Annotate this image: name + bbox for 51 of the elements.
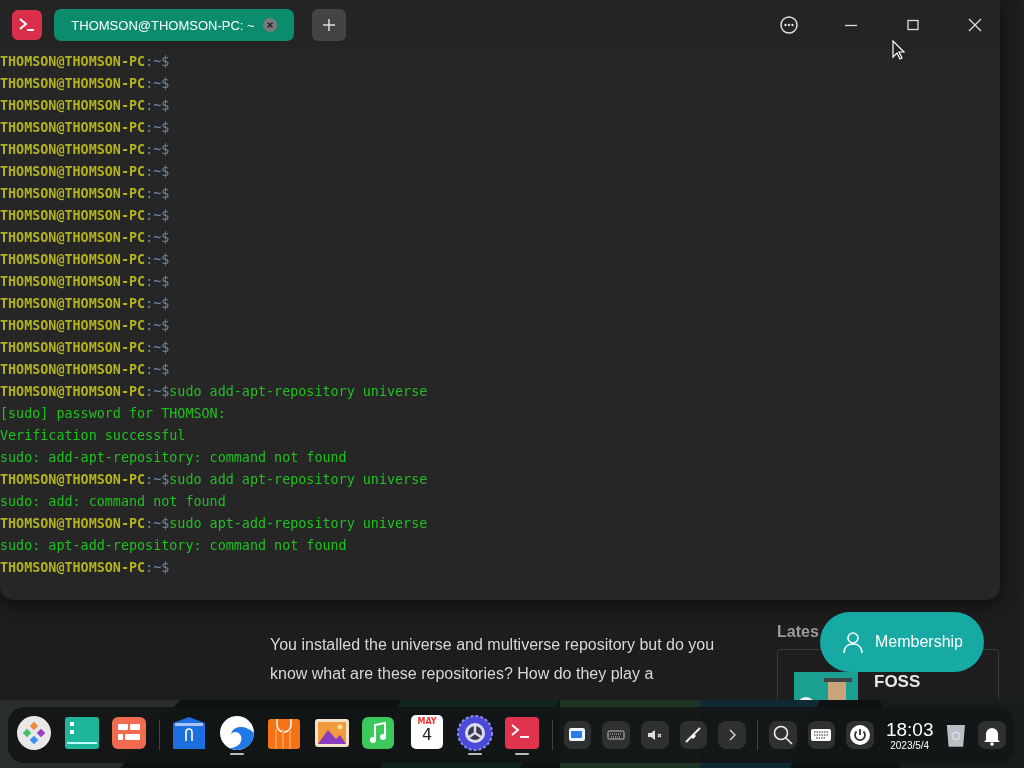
more-options-icon[interactable] [779,15,799,35]
prompt-line: THOMSON@THOMSON-PC:~$ [0,163,171,181]
prompt-line: THOMSON@THOMSON-PC:~$ [0,273,171,291]
prompt-line: THOMSON@THOMSON-PC:~$ [0,361,171,379]
clock-time[interactable]: 18:03 [885,719,934,740]
prompt-line: THOMSON@THOMSON-PC:~$ [0,119,171,137]
close-tab-icon[interactable] [262,18,277,32]
gear-icon[interactable] [456,715,493,751]
sidebar-heading: Lates [777,622,819,641]
card-title: FOSS [874,672,921,692]
workspace-icon[interactable] [111,715,148,751]
power-icon[interactable] [849,724,872,746]
clock-date[interactable]: 2023/5/4 [890,740,930,751]
output-line: sudo: apt-add-repository: command not found [0,537,348,555]
prompt-line: THOMSON@THOMSON-PC:~$ [0,317,171,335]
launcher-icon[interactable] [16,715,53,751]
plus-icon [321,17,337,33]
prompt-line: THOMSON@THOMSON-PC:~$ [0,185,171,203]
search-icon[interactable] [771,724,794,746]
calendar-icon[interactable]: MAY 4 [411,715,444,749]
terminal-icon [12,10,42,40]
prompt-line: THOMSON@THOMSON-PC:~$sudo apt-add-repository universe [0,515,429,533]
prompt-line: THOMSON@THOMSON-PC:~$ [0,75,171,93]
person-icon [841,630,865,654]
pen-icon[interactable] [683,725,704,745]
trash-icon[interactable] [945,722,968,748]
new-tab-button[interactable] [312,9,346,41]
prompt-line: THOMSON@THOMSON-PC:~$ [0,339,171,357]
prompt-line: THOMSON@THOMSON-PC:~$ [0,229,171,247]
article-paragraph: You installed the universe and multiverse repository but do you know what are these repositories? How do they play a [270,635,716,684]
prompt-line: THOMSON@THOMSON-PC:~$ [0,295,171,313]
multitask-icon[interactable] [63,715,100,751]
running-indicator [515,753,530,755]
prompt-line: THOMSON@THOMSON-PC:~$ [0,53,171,71]
prompt-line: THOMSON@THOMSON-PC:~$ [0,559,171,577]
folder-icon[interactable] [171,715,208,751]
running-indicator [467,753,482,755]
prompt-line: THOMSON@THOMSON-PC:~$ [0,207,171,225]
output-line: sudo: add: command not found [0,493,227,511]
prompt-line: THOMSON@THOMSON-PC:~$ [0,251,171,269]
prompt-line: THOMSON@THOMSON-PC:~$sudo add apt-repository universe [0,471,429,489]
terminal-icon[interactable] [504,715,541,751]
terminal-tab[interactable]: THOMSON@THOMSON-PC: ~ [54,9,294,41]
output-line: Verification successful [0,427,187,445]
browser-icon[interactable] [218,715,255,751]
output-line: [sudo] password for THOMSON: [0,405,227,423]
prompt-line: THOMSON@THOMSON-PC:~$sudo add-apt-repository universe [0,383,429,401]
prompt-line: THOMSON@THOMSON-PC:~$ [0,97,171,115]
output-line: sudo: add-apt-repository: command not found [0,449,348,467]
running-indicator [229,753,244,755]
prompt-line: THOMSON@THOMSON-PC:~$ [0,141,171,159]
